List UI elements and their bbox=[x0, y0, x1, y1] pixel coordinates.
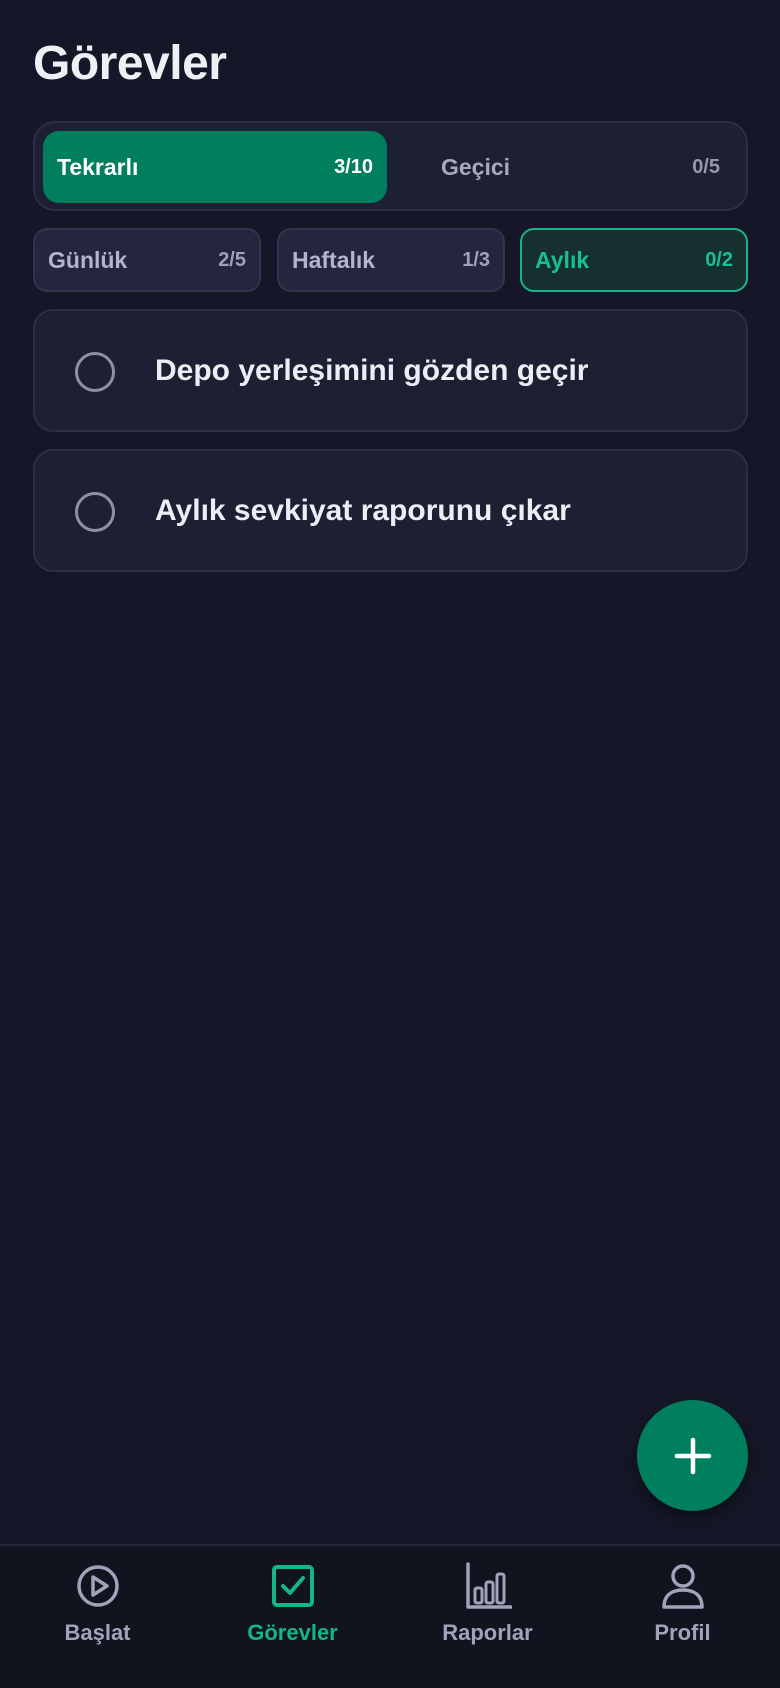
period-chip-monthly[interactable]: Aylık 0/2 bbox=[520, 228, 748, 292]
tab-recurring[interactable]: Tekrarlı 3/10 bbox=[43, 131, 387, 203]
nav-item-profile[interactable]: Profil bbox=[585, 1562, 780, 1672]
period-chip-label: Günlük bbox=[48, 246, 128, 273]
play-circle-icon bbox=[76, 1565, 119, 1607]
task-title: Aylık sevkiyat raporunu çıkar bbox=[155, 493, 571, 527]
nav-item-reports[interactable]: Raporlar bbox=[390, 1562, 585, 1672]
tab-temporary-count: 0/5 bbox=[692, 155, 720, 178]
page-title: Görevler bbox=[33, 37, 227, 90]
period-chip-label: Haftalık bbox=[292, 246, 376, 273]
tab-temporary-label: Geçici bbox=[441, 153, 511, 180]
task-item[interactable]: Aylık sevkiyat raporunu çıkar bbox=[33, 449, 748, 572]
period-chip-daily[interactable]: Günlük 2/5 bbox=[33, 228, 261, 292]
nav-item-start[interactable]: Başlat bbox=[0, 1562, 195, 1672]
user-icon bbox=[661, 1564, 704, 1609]
nav-label: Raporlar bbox=[442, 1620, 533, 1645]
task-checkbox[interactable] bbox=[75, 352, 115, 392]
period-chip-label: Aylık bbox=[535, 246, 590, 273]
tab-recurring-label: Tekrarlı bbox=[57, 153, 139, 180]
task-type-toggle: Tekrarlı 3/10 Geçici 0/5 bbox=[33, 121, 748, 211]
period-chip-count: 1/3 bbox=[462, 248, 490, 271]
period-chip-weekly[interactable]: Haftalık 1/3 bbox=[277, 228, 505, 292]
bottom-nav: Başlat Görevler Raporlar Profil bbox=[0, 1544, 780, 1688]
period-chip-count: 0/2 bbox=[705, 248, 733, 271]
nav-label: Görevler bbox=[247, 1620, 338, 1645]
task-item[interactable]: Depo yerleşimini gözden geçir bbox=[33, 309, 748, 432]
nav-item-tasks[interactable]: Görevler bbox=[195, 1562, 390, 1672]
tab-recurring-count: 3/10 bbox=[334, 155, 373, 178]
nav-label: Profil bbox=[654, 1620, 711, 1645]
plus-icon bbox=[674, 1437, 711, 1474]
task-checkbox[interactable] bbox=[75, 492, 115, 532]
bar-chart-icon bbox=[465, 1562, 512, 1609]
tab-temporary[interactable]: Geçici 0/5 bbox=[399, 131, 742, 203]
tasks-screen: Görevler Tekrarlı 3/10 Geçici 0/5 Günlük… bbox=[0, 0, 780, 1688]
period-chip-count: 2/5 bbox=[218, 248, 246, 271]
checkbox-icon bbox=[271, 1565, 314, 1607]
add-task-button[interactable] bbox=[637, 1400, 748, 1511]
nav-label: Başlat bbox=[64, 1620, 131, 1645]
task-title: Depo yerleşimini gözden geçir bbox=[155, 353, 589, 387]
